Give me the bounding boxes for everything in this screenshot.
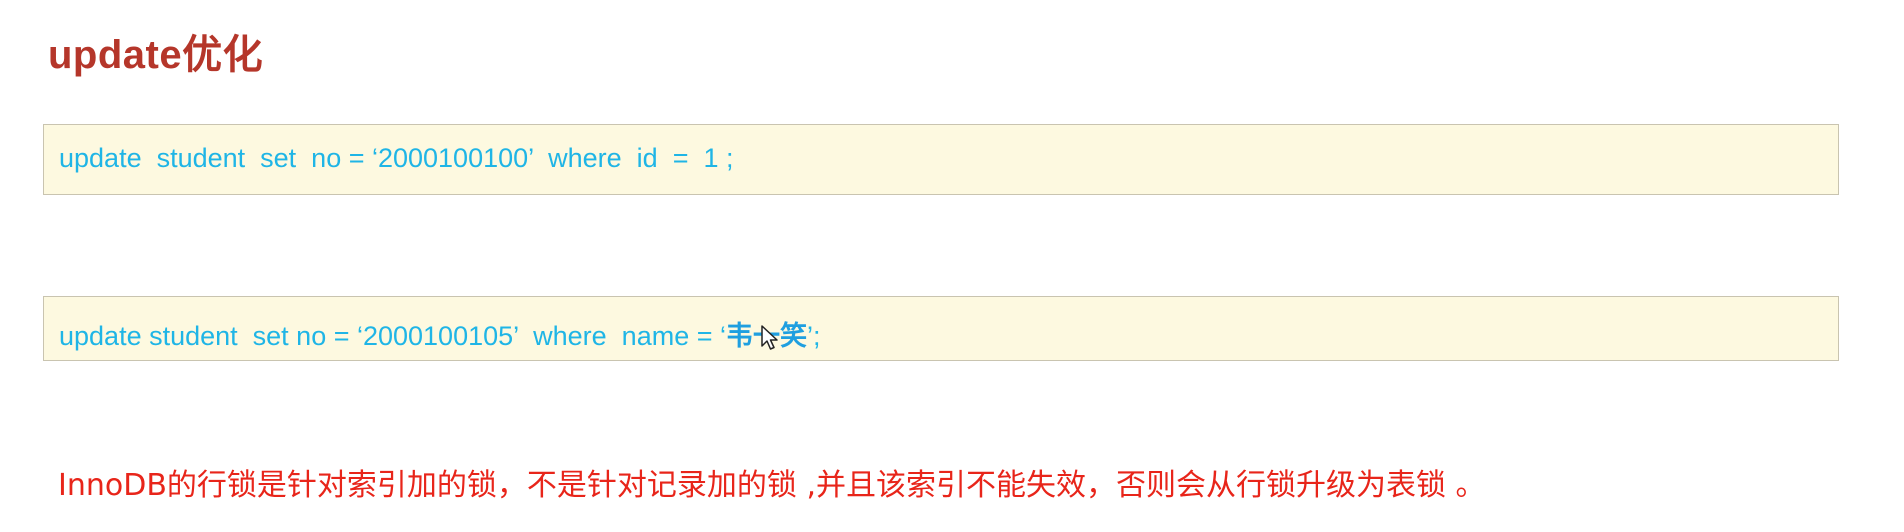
code-block-update-by-name: update student set no = ‘2000100105’ whe… bbox=[43, 296, 1839, 361]
innodb-row-lock-note: InnoDB的行锁是针对索引加的锁，不是针对记录加的锁 ,并且该索引不能失效，否… bbox=[58, 468, 1486, 503]
code-suffix: ’; bbox=[806, 321, 821, 351]
code-prefix: update student set no = ‘2000100105’ whe… bbox=[59, 321, 726, 351]
mouse-pointer-icon bbox=[761, 325, 778, 350]
slide-title: update优化 bbox=[48, 33, 264, 77]
code-text-update-by-id: update student set no = ‘2000100100’ whe… bbox=[59, 143, 734, 173]
code-block-update-by-id: update student set no = ‘2000100100’ whe… bbox=[43, 124, 1839, 195]
code-text-update-by-name: update student set no = ‘2000100105’ whe… bbox=[59, 314, 820, 353]
